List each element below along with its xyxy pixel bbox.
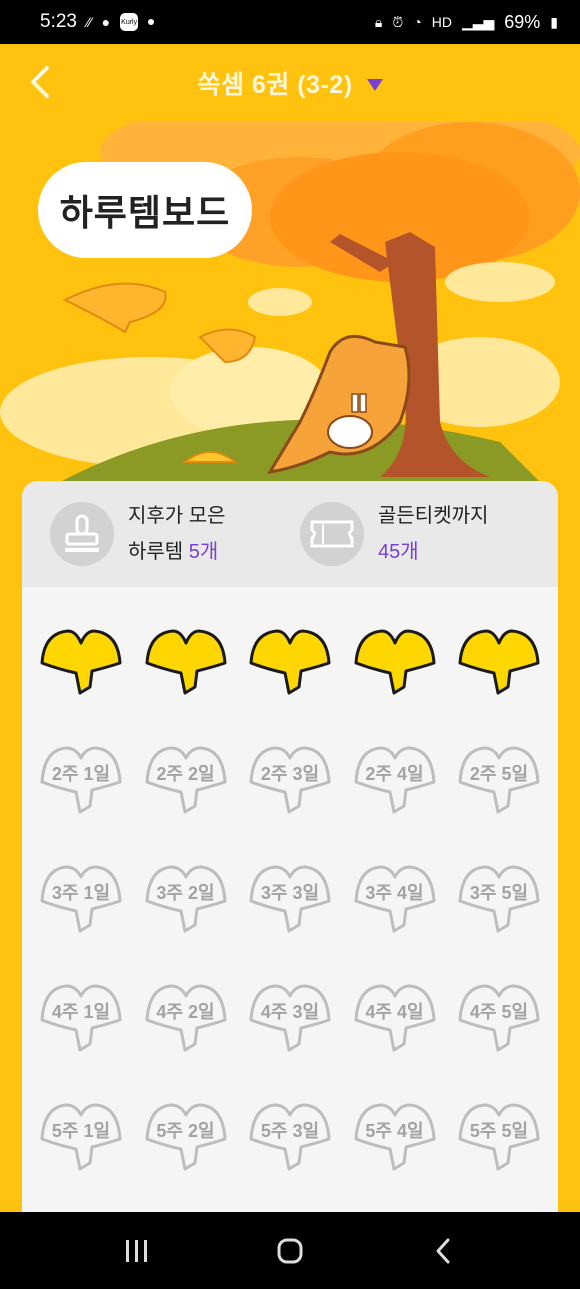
leaf-grid: 2주 1일 2주 2일 2주 3일 2주 4일 2주 5일 3주 1일 3주 2…	[38, 621, 546, 1216]
ticket-icon	[300, 502, 364, 566]
ginkgo-leaf-outline-icon[interactable]: 5주 3일	[247, 1097, 337, 1187]
ginkgo-leaf-gold-icon[interactable]	[247, 621, 337, 711]
home-icon	[277, 1238, 303, 1263]
ginkgo-leaf-outline-icon[interactable]: 2주 3일	[247, 740, 337, 830]
battery-icon: ▮	[550, 13, 558, 30]
ginkgo-leaf-outline-icon[interactable]: 4주 5일	[456, 978, 546, 1068]
ginkgo-leaf-outline-icon[interactable]: 4주 4일	[352, 978, 442, 1068]
page-title: 쏙셈 6권 (3-2)	[197, 71, 353, 99]
day-label: 4주 2일	[156, 1002, 215, 1022]
ginkgo-leaf-outline-icon[interactable]: 2주 4일	[352, 740, 442, 830]
collected-count: 5개	[188, 541, 219, 563]
ginkgo-leaf-outline-icon[interactable]: 3주 5일	[456, 859, 546, 949]
ginkgo-leaf-outline-icon[interactable]: 2주 5일	[456, 740, 546, 830]
collected-label: 지후가 모은	[128, 505, 226, 527]
day-label: 2주 3일	[260, 764, 320, 784]
day-label: 3주 2일	[156, 883, 215, 903]
stats-header: 지후가 모은 하루템 5개 골든티켓까지 45개	[22, 481, 558, 587]
ginkgo-leaf-gold-icon[interactable]	[456, 621, 546, 711]
collected-stat: 지후가 모은 하루템 5개	[50, 498, 300, 570]
recent-apps-icon	[125, 1239, 147, 1262]
ginkgo-leaf-outline-icon[interactable]: 4주 3일	[247, 978, 337, 1068]
chevron-left-icon	[436, 1238, 450, 1263]
stamp-icon	[50, 502, 114, 566]
day-label: 3주 5일	[469, 883, 529, 903]
golden-ticket-label: 골든티켓까지	[378, 505, 489, 527]
day-label: 2주 2일	[156, 764, 215, 784]
lock-icon: 🔒︎	[374, 13, 383, 30]
ginkgo-leaf-outline-icon[interactable]: 5주 2일	[143, 1097, 233, 1187]
week-row-2: 2주 1일 2주 2일 2주 3일 2주 4일 2주 5일	[38, 740, 546, 859]
signal-wave-icon: ⁄⁄	[86, 14, 92, 30]
week-row-4: 4주 1일 4주 2일 4주 3일 4주 4일 4주 5일	[38, 978, 546, 1097]
golden-ticket-stat: 골든티켓까지 45개	[300, 498, 550, 570]
system-back-button[interactable]	[413, 1226, 473, 1276]
book-selector[interactable]: 쏙셈 6권 (3-2)	[197, 65, 383, 101]
back-button[interactable]	[22, 64, 58, 100]
triangle-down-icon	[366, 79, 383, 91]
chat-bubble-icon: ●	[101, 14, 111, 30]
ginkgo-leaf-outline-icon[interactable]: 3주 3일	[247, 859, 337, 949]
collected-row	[38, 621, 546, 740]
day-label: 4주 4일	[365, 1002, 424, 1022]
back-arrow-icon	[31, 66, 49, 98]
ginkgo-leaf-gold-icon[interactable]	[38, 621, 128, 711]
ginkgo-leaf-outline-icon[interactable]: 2주 2일	[143, 740, 233, 830]
ginkgo-leaf-gold-icon[interactable]	[143, 621, 233, 711]
ginkgo-leaf-outline-icon[interactable]: 2주 1일	[38, 740, 128, 830]
status-time: 5:23	[40, 11, 77, 32]
speech-bubble: 하루템보드	[38, 162, 252, 258]
day-label: 4주 3일	[260, 1002, 320, 1022]
day-label: 5주 3일	[260, 1121, 320, 1141]
battery-percent: 69%	[504, 11, 541, 32]
wifi-icon: ◔	[413, 14, 422, 30]
ginkgo-leaf-outline-icon[interactable]: 5주 1일	[38, 1097, 128, 1187]
ginkgo-leaf-outline-icon[interactable]: 5주 5일	[456, 1097, 546, 1187]
status-bar: 5:23 ⁄⁄ ● Kurly 🔒︎ ⏰︎ ◔ HD ▁▃▅ 69% ▮	[0, 0, 580, 44]
day-label: 5주 5일	[469, 1121, 529, 1141]
ginkgo-leaf-gold-icon[interactable]	[352, 621, 442, 711]
ginkgo-leaf-outline-icon[interactable]: 4주 2일	[143, 978, 233, 1068]
day-label: 3주 4일	[365, 883, 424, 903]
week-row-5: 5주 1일 5주 2일 5주 3일 5주 4일 5주 5일	[38, 1097, 546, 1216]
ginkgo-leaf-outline-icon[interactable]: 3주 1일	[38, 859, 128, 949]
system-nav-bar	[0, 1212, 580, 1289]
day-label: 2주 5일	[469, 764, 529, 784]
ginkgo-leaf-outline-icon[interactable]: 4주 1일	[38, 978, 128, 1068]
collected-prefix: 하루템	[128, 541, 184, 563]
top-bar: 쏙셈 6권 (3-2)	[0, 44, 580, 122]
recent-apps-button[interactable]	[107, 1226, 167, 1276]
home-button[interactable]	[260, 1226, 320, 1276]
day-label: 3주 3일	[260, 883, 320, 903]
hd-voice-icon: HD	[431, 14, 452, 30]
hero-illustration: 하루템보드	[0, 122, 580, 482]
day-label: 5주 4일	[365, 1121, 424, 1141]
item-board: 지후가 모은 하루템 5개 골든티켓까지 45개 2주 1일 2주 2일 2주 …	[22, 481, 558, 1241]
more-notifications-icon	[148, 19, 155, 25]
day-label: 5주 2일	[156, 1121, 215, 1141]
cell-signal-icon: ▁▃▅	[461, 13, 495, 30]
golden-ticket-count: 45개	[378, 541, 419, 563]
week-row-3: 3주 1일 3주 2일 3주 3일 3주 4일 3주 5일	[38, 859, 546, 978]
alarm-icon: ⏰︎	[392, 13, 404, 30]
board-title: 하루템보드	[59, 192, 231, 233]
day-label: 2주 4일	[365, 764, 424, 784]
app-notification-icon: Kurly	[120, 13, 139, 31]
day-label: 5주 1일	[51, 1121, 111, 1141]
day-label: 2주 1일	[51, 764, 111, 784]
day-label: 4주 5일	[469, 1002, 529, 1022]
ginkgo-leaf-outline-icon[interactable]: 5주 4일	[352, 1097, 442, 1187]
ginkgo-leaf-outline-icon[interactable]: 3주 4일	[352, 859, 442, 949]
day-label: 4주 1일	[51, 1002, 111, 1022]
ginkgo-leaf-outline-icon[interactable]: 3주 2일	[143, 859, 233, 949]
day-label: 3주 1일	[51, 883, 111, 903]
